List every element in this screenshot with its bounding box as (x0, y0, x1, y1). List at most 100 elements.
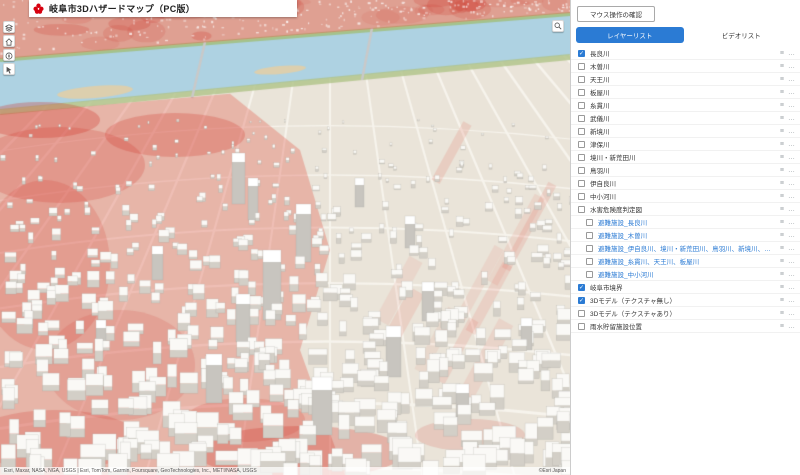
layer-row[interactable]: 板屋川≡… (571, 86, 800, 99)
more-options-icon[interactable]: … (788, 115, 795, 122)
layer-checkbox[interactable] (578, 102, 585, 109)
legend-icon[interactable]: ≡ (780, 193, 784, 200)
more-options-icon[interactable]: … (788, 63, 795, 70)
layer-row[interactable]: 避難施設_糸貫川、天王川、板屋川≡… (571, 255, 800, 268)
legend-icon[interactable]: ≡ (780, 310, 784, 317)
search-button[interactable] (552, 20, 564, 32)
legend-icon[interactable]: ≡ (780, 167, 784, 174)
legend-icon[interactable]: ≡ (780, 297, 784, 304)
more-options-icon[interactable]: … (788, 219, 795, 226)
layer-checkbox[interactable]: ✓ (578, 284, 585, 291)
pointer-button[interactable] (3, 63, 15, 75)
legend-icon[interactable]: ≡ (780, 154, 784, 161)
legend-icon[interactable]: ≡ (780, 63, 784, 70)
legend-icon[interactable]: ≡ (780, 284, 784, 291)
more-options-icon[interactable]: … (788, 180, 795, 187)
more-options-icon[interactable]: … (788, 167, 795, 174)
layer-row[interactable]: ✓ 岐阜市境界 ≡ … (571, 281, 800, 294)
layer-checkbox[interactable] (578, 63, 585, 70)
legend-icon[interactable]: ≡ (780, 89, 784, 96)
tab-video-list[interactable]: ビデオリスト (688, 27, 796, 43)
layer-row[interactable]: 伊自良川≡… (571, 177, 800, 190)
layer-checkbox[interactable] (578, 180, 585, 187)
more-options-icon[interactable]: … (788, 141, 795, 148)
layer-checkbox[interactable] (586, 271, 593, 278)
layer-label: 岐阜市境界 (590, 282, 776, 292)
more-options-icon[interactable]: … (788, 323, 795, 330)
layer-checkbox[interactable] (578, 154, 585, 161)
layer-row[interactable]: 木曽川≡… (571, 60, 800, 73)
legend-icon[interactable]: ≡ (780, 180, 784, 187)
layer-checkbox[interactable] (578, 141, 585, 148)
more-options-icon[interactable]: … (788, 206, 795, 213)
more-options-icon[interactable]: … (788, 154, 795, 161)
layers-button[interactable] (3, 21, 15, 33)
more-options-icon[interactable]: … (788, 284, 795, 291)
layer-checkbox[interactable] (578, 76, 585, 83)
layer-checkbox[interactable] (578, 193, 585, 200)
compass-button[interactable] (3, 49, 15, 61)
layer-row[interactable]: 水害危険度判定図≡… (571, 203, 800, 216)
layer-checkbox[interactable] (578, 89, 585, 96)
layer-row[interactable]: 鳥羽川≡… (571, 164, 800, 177)
more-options-icon[interactable]: … (788, 102, 795, 109)
more-options-icon[interactable]: … (788, 310, 795, 317)
more-options-icon[interactable]: … (788, 232, 795, 239)
legend-icon[interactable]: ≡ (780, 141, 784, 148)
layer-row[interactable]: 3Dモデル（テクスチャあり）≡… (571, 307, 800, 320)
legend-icon[interactable]: ≡ (780, 271, 784, 278)
layer-checkbox[interactable] (586, 232, 593, 239)
legend-icon[interactable]: ≡ (780, 258, 784, 265)
legend-icon[interactable]: ≡ (780, 206, 784, 213)
more-options-icon[interactable]: … (788, 128, 795, 135)
more-options-icon[interactable]: … (788, 76, 795, 83)
layer-row[interactable]: ✓ 3Dモデル（テクスチャ無し） ≡ … (571, 294, 800, 307)
layer-row[interactable]: 天王川≡… (571, 73, 800, 86)
legend-icon[interactable]: ≡ (780, 232, 784, 239)
layer-row[interactable]: 新境川≡… (571, 125, 800, 138)
layer-checkbox[interactable] (578, 128, 585, 135)
layer-checkbox[interactable] (586, 245, 593, 252)
more-options-icon[interactable]: … (788, 271, 795, 278)
layer-checkbox[interactable] (578, 167, 585, 174)
mouse-help-button[interactable]: マウス操作の確認 (577, 6, 655, 22)
layer-row[interactable]: 中小河川≡… (571, 190, 800, 203)
layer-checkbox[interactable] (578, 206, 585, 213)
more-options-icon[interactable]: … (788, 258, 795, 265)
more-options-icon[interactable]: … (788, 89, 795, 96)
layer-row[interactable]: 武儀川≡… (571, 112, 800, 125)
layer-row[interactable]: 雨水貯留施設位置≡… (571, 320, 800, 333)
layer-row[interactable]: 避難施設_木曽川≡… (571, 229, 800, 242)
legend-icon[interactable]: ≡ (780, 102, 784, 109)
more-options-icon[interactable]: … (788, 50, 795, 57)
layer-checkbox[interactable]: ✓ (578, 297, 585, 304)
layer-row[interactable]: 津保川≡… (571, 138, 800, 151)
layer-checkbox[interactable]: ✓ (578, 50, 585, 57)
layer-checkbox[interactable] (586, 258, 593, 265)
more-options-icon[interactable]: … (788, 297, 795, 304)
more-options-icon[interactable]: … (788, 193, 795, 200)
tab-layer-list[interactable]: レイヤーリスト (576, 27, 684, 43)
legend-icon[interactable]: ≡ (780, 115, 784, 122)
legend-icon[interactable]: ≡ (780, 50, 784, 57)
layer-checkbox[interactable] (578, 323, 585, 330)
layer-row[interactable]: ✓長良川≡… (571, 47, 800, 60)
layer-row[interactable]: 避難施設_中小河川≡… (571, 268, 800, 281)
layer-row[interactable]: 糸貫川≡… (571, 99, 800, 112)
layer-checkbox[interactable] (578, 310, 585, 317)
home-button[interactable] (3, 35, 15, 47)
map-canvas[interactable] (0, 0, 570, 475)
more-options-icon[interactable]: … (788, 245, 795, 252)
legend-icon[interactable]: ≡ (780, 76, 784, 83)
map-3d-view[interactable]: 岐阜市3Dハザードマップ（PC版） Esri, Maxar, NASA, NGA… (0, 0, 570, 475)
legend-icon[interactable]: ≡ (780, 245, 784, 252)
legend-icon[interactable]: ≡ (780, 219, 784, 226)
legend-icon[interactable]: ≡ (780, 128, 784, 135)
layer-checkbox[interactable] (578, 115, 585, 122)
layer-checkbox[interactable] (586, 219, 593, 226)
layer-row[interactable]: 避難施設_長良川≡… (571, 216, 800, 229)
layer-label: 3Dモデル（テクスチャ無し） (590, 295, 776, 305)
layer-row[interactable]: 境川・新荒田川≡… (571, 151, 800, 164)
layer-row[interactable]: 避難施設_伊自良川、境川・新荒田川、鳥羽川、新境川、武儀川、津保川≡… (571, 242, 800, 255)
legend-icon[interactable]: ≡ (780, 323, 784, 330)
